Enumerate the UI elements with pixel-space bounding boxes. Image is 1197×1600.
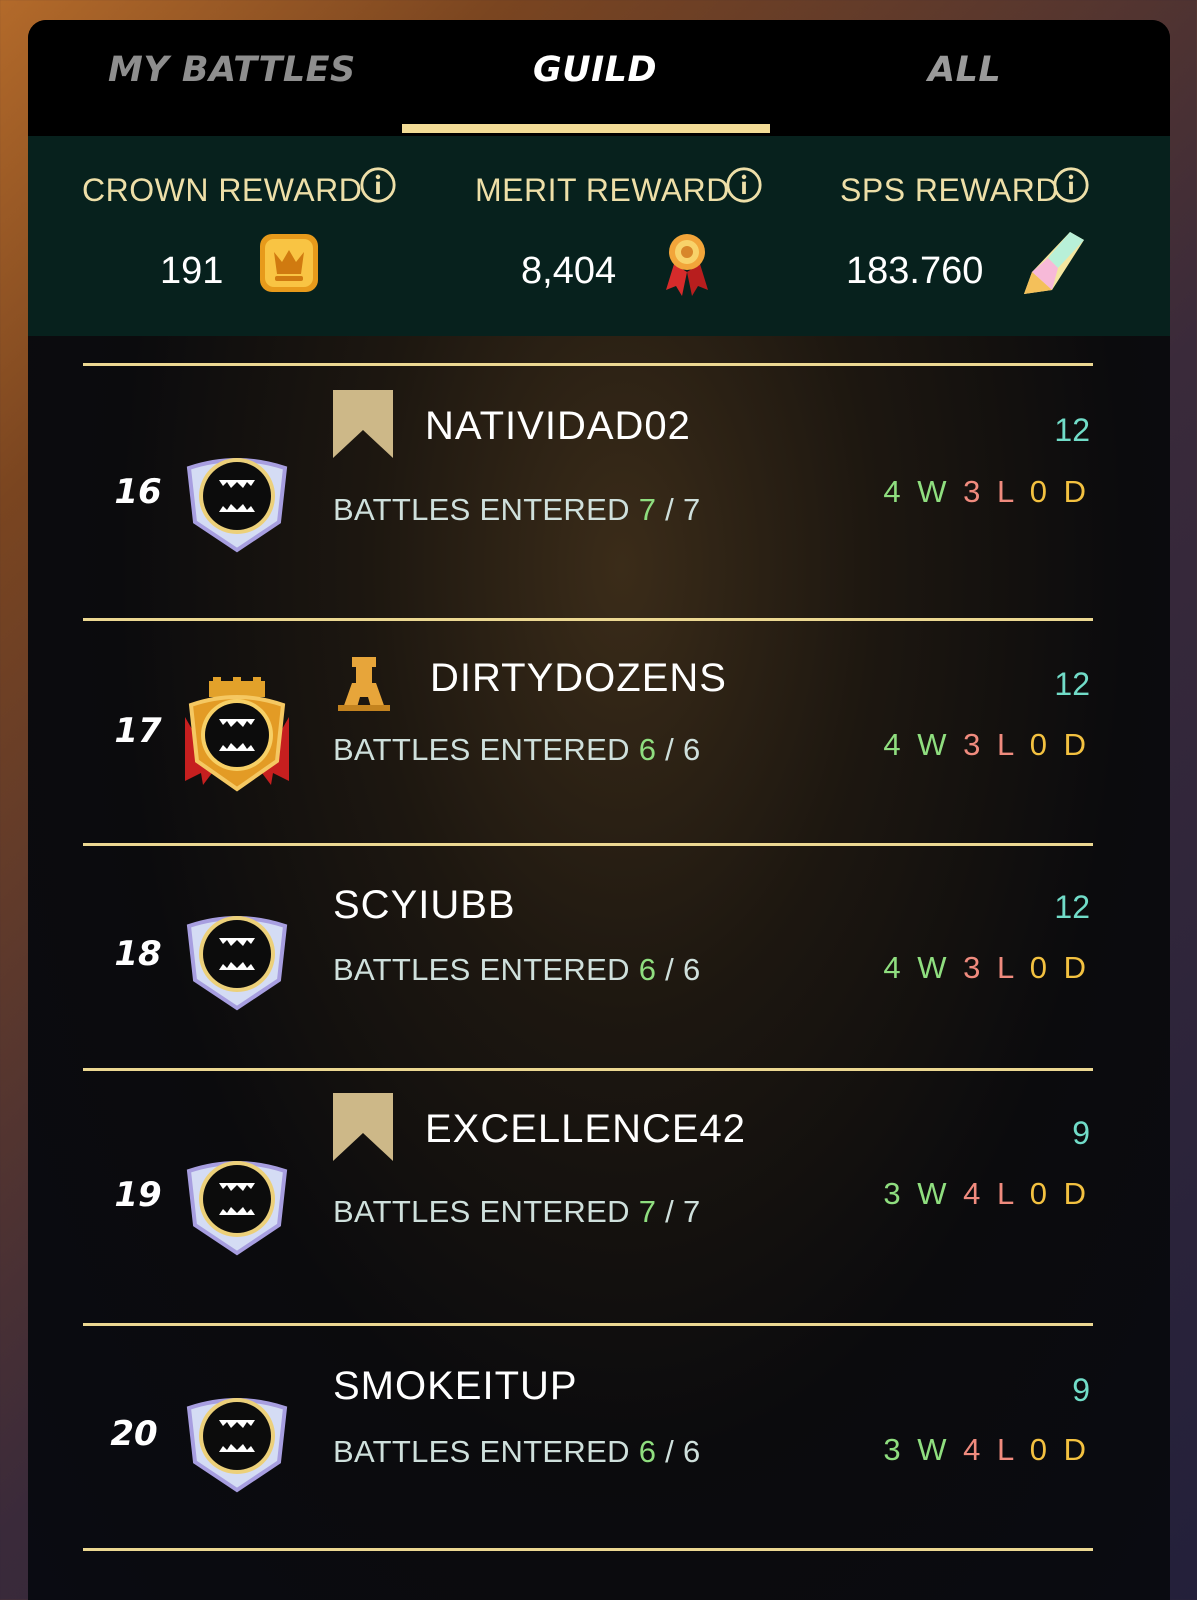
battles-entered-total: 7: [683, 1194, 701, 1229]
battles-entered-sep: /: [665, 732, 675, 767]
member-rank: 17: [114, 711, 162, 751]
battles-entered-count: 7: [638, 492, 657, 527]
losses: 3 L: [963, 950, 1018, 985]
member-row-excellence42[interactable]: 19 EXCELLENCE42 BATTLES ENTERED 7 / 7 9 …: [28, 1071, 1170, 1323]
wins: 4 W: [883, 474, 951, 509]
member-score: 12: [1054, 889, 1090, 925]
crown-reward-label: CROWN REWARD: [82, 172, 363, 208]
wins: 3 W: [883, 1432, 951, 1467]
member-name: SMOKEITUP: [333, 1364, 578, 1408]
draws: 0 D: [1029, 950, 1090, 985]
rewards-bar: CROWN REWARD 191 MERIT REWARD 8,404 SPS …: [28, 136, 1170, 336]
battles-entered-label: BATTLES ENTERED: [333, 952, 630, 987]
draws: 0 D: [1029, 1432, 1090, 1467]
member-rank: 20: [110, 1414, 158, 1454]
losses: 4 L: [963, 1176, 1018, 1211]
member-record: 3 W 4 L 0 D: [883, 1432, 1090, 1468]
wins: 4 W: [883, 950, 951, 985]
sps-reward-label: SPS REWARD: [840, 172, 1059, 208]
crown-reward-value: 191: [160, 250, 224, 292]
battles-entered-total: 6: [683, 1434, 701, 1469]
member-record: 4 W 3 L 0 D: [883, 727, 1090, 763]
sps-reward-value: 183.760: [846, 250, 984, 292]
member-score: 9: [1072, 1115, 1090, 1151]
battles-entered-count: 7: [638, 1194, 657, 1229]
silver-league-badge-icon: [186, 458, 288, 553]
tab-all[interactable]: ALL: [928, 50, 1001, 90]
member-score: 9: [1072, 1372, 1090, 1408]
bookmark-icon: [333, 1093, 393, 1161]
member-rank: 16: [114, 472, 162, 512]
crown-token-icon: [260, 234, 318, 292]
active-tab-indicator: [402, 124, 770, 133]
battles-entered: BATTLES ENTERED 7 / 7: [333, 492, 701, 528]
silver-league-badge-icon: [186, 1161, 288, 1256]
battles-entered-count: 6: [638, 952, 657, 987]
battles-entered: BATTLES ENTERED 6 / 6: [333, 1434, 701, 1470]
draws: 0 D: [1029, 727, 1090, 762]
member-row-smokeitup[interactable]: 20 SMOKEITUP BATTLES ENTERED 6 / 6 9 3 W…: [28, 1326, 1170, 1548]
wins: 3 W: [883, 1176, 951, 1211]
sps-reward-info-icon[interactable]: [1052, 166, 1090, 204]
member-row-dirtydozens[interactable]: 17 DIRTYDOZENS BATTLES ENTERED 6 / 6 12 …: [28, 621, 1170, 843]
member-record: 4 W 3 L 0 D: [883, 474, 1090, 510]
merit-reward-info-icon[interactable]: [725, 166, 763, 204]
merit-reward-value: 8,404: [521, 250, 617, 292]
battles-entered-label: BATTLES ENTERED: [333, 1434, 630, 1469]
member-score: 12: [1054, 412, 1090, 448]
battles-entered-total: 6: [683, 952, 701, 987]
guild-member-list: 16 NATIVIDAD02 BATTLES ENTERED 7 / 7 12 …: [28, 336, 1170, 1600]
tab-bar: MY BATTLES GUILD ALL: [28, 20, 1170, 136]
battles-entered-label: BATTLES ENTERED: [333, 732, 630, 767]
member-rank: 19: [114, 1175, 162, 1215]
battles-entered: BATTLES ENTERED 6 / 6: [333, 952, 701, 988]
battles-entered-sep: /: [665, 952, 675, 987]
member-name: NATIVIDAD02: [425, 404, 691, 448]
merit-medal-icon: [666, 234, 708, 296]
silver-league-badge-icon: [186, 1398, 288, 1493]
losses: 4 L: [963, 1432, 1018, 1467]
battles-entered-label: BATTLES ENTERED: [333, 492, 630, 527]
draws: 0 D: [1029, 1176, 1090, 1211]
battles-entered-count: 6: [638, 1434, 657, 1469]
gold-league-badge-icon: [185, 677, 289, 792]
battles-entered: BATTLES ENTERED 7 / 7: [333, 1194, 701, 1230]
losses: 3 L: [963, 474, 1018, 509]
battles-entered-sep: /: [665, 1434, 675, 1469]
member-row-scyiubb[interactable]: 18 SCYIUBB BATTLES ENTERED 6 / 6 12 4 W …: [28, 846, 1170, 1068]
member-rank: 18: [114, 934, 162, 974]
brawl-panel: MY BATTLES GUILD ALL CROWN REWARD 191 ME…: [28, 20, 1170, 1600]
member-row-natividad02[interactable]: 16 NATIVIDAD02 BATTLES ENTERED 7 / 7 12 …: [28, 366, 1170, 618]
losses: 3 L: [963, 727, 1018, 762]
sps-crystal-icon: [1024, 232, 1084, 294]
member-name: SCYIUBB: [333, 883, 516, 927]
battles-entered-sep: /: [665, 492, 675, 527]
silver-league-badge-icon: [186, 916, 288, 1011]
wins: 4 W: [883, 727, 951, 762]
battles-entered-count: 6: [638, 732, 657, 767]
battles-entered-total: 7: [683, 492, 701, 527]
tab-my-battles[interactable]: MY BATTLES: [108, 50, 356, 90]
member-name: EXCELLENCE42: [425, 1107, 747, 1151]
draws: 0 D: [1029, 474, 1090, 509]
member-name: DIRTYDOZENS: [430, 656, 727, 700]
row-divider: [83, 1548, 1093, 1551]
crown-reward-info-icon[interactable]: [359, 166, 397, 204]
battles-entered-label: BATTLES ENTERED: [333, 1194, 630, 1229]
battles-entered: BATTLES ENTERED 6 / 6: [333, 732, 701, 768]
battles-entered-total: 6: [683, 732, 701, 767]
member-score: 12: [1054, 666, 1090, 702]
tab-guild[interactable]: GUILD: [533, 50, 657, 90]
merit-reward-label: MERIT REWARD: [475, 172, 730, 208]
battles-entered-sep: /: [665, 1194, 675, 1229]
member-record: 3 W 4 L 0 D: [883, 1176, 1090, 1212]
bookmark-icon: [333, 390, 393, 458]
member-record: 4 W 3 L 0 D: [883, 950, 1090, 986]
castle-icon: [338, 657, 390, 711]
